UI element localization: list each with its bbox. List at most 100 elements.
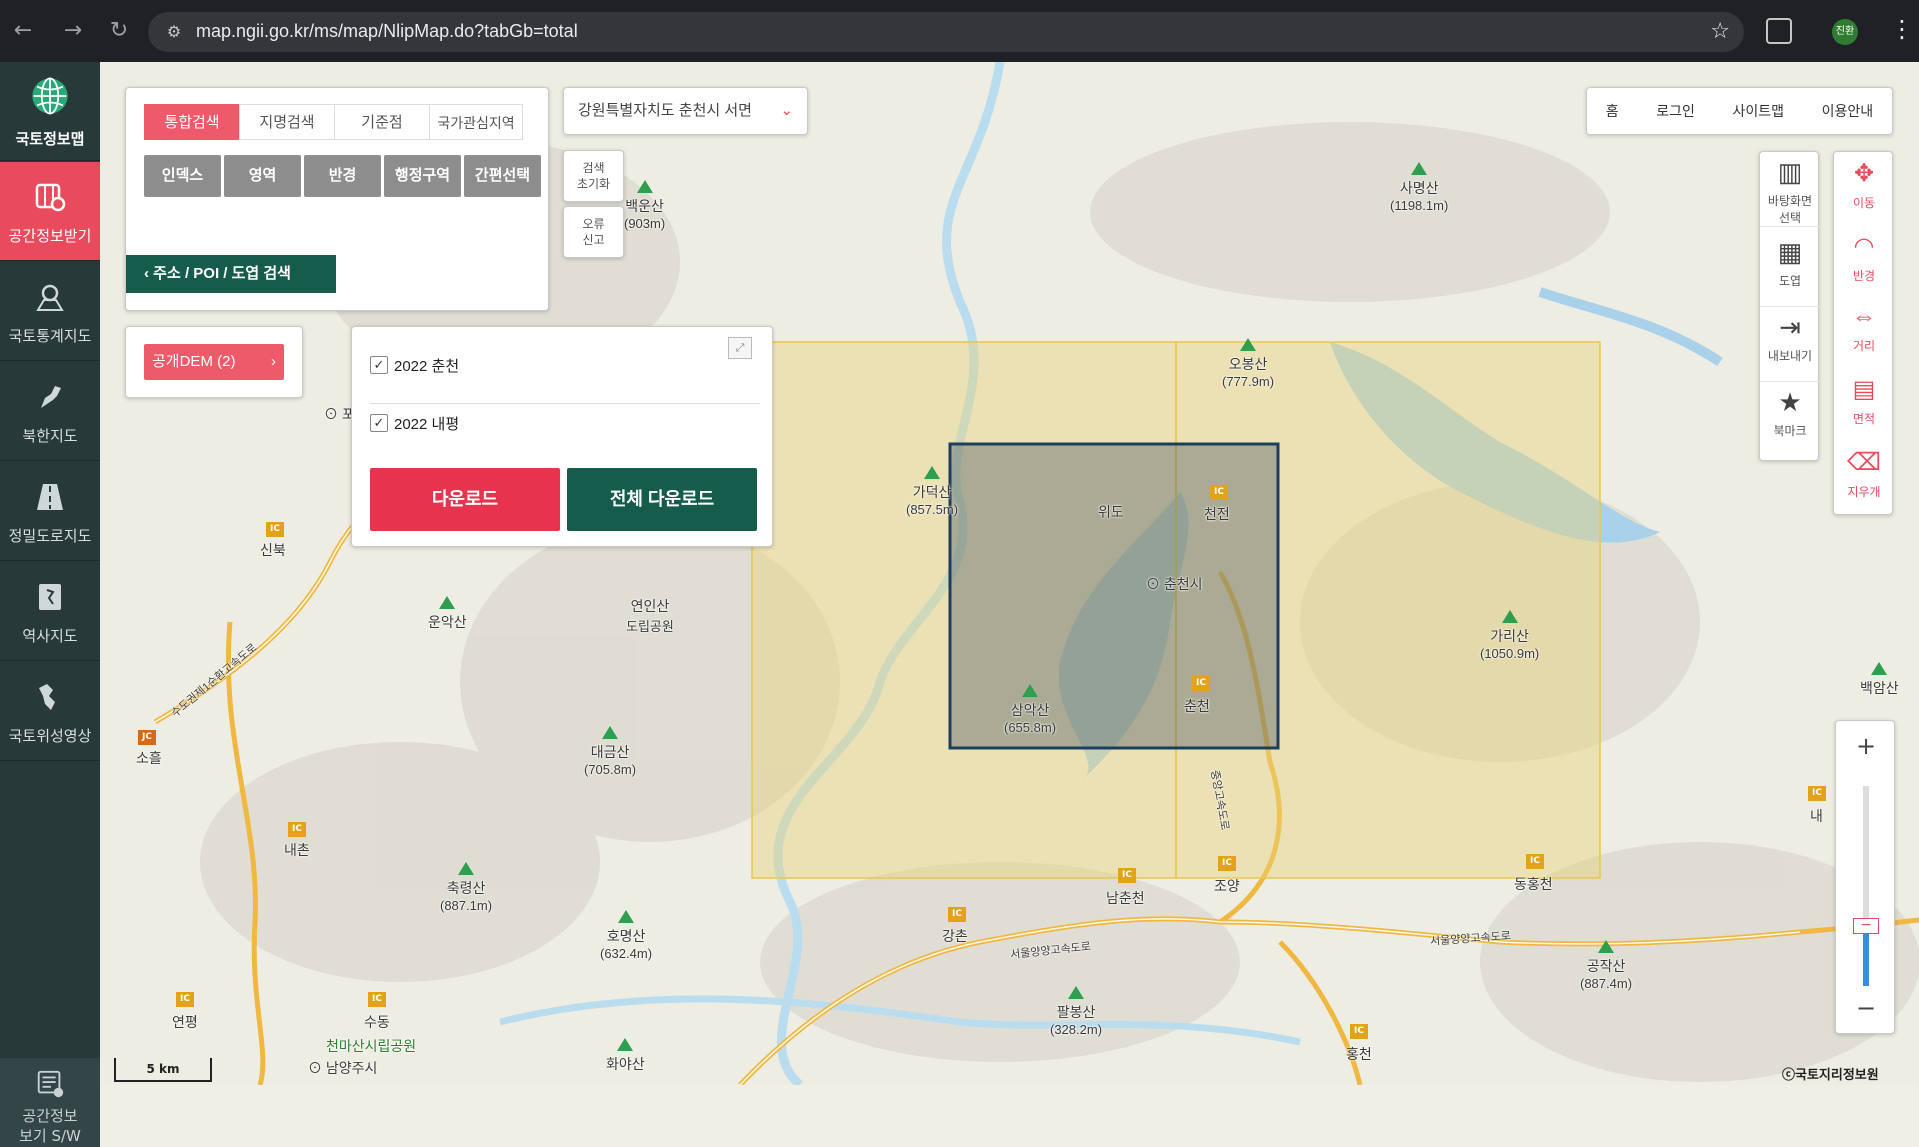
sitemap-link[interactable]: 사이트맵 [1733, 101, 1785, 121]
tool-label: 북마크 [1773, 424, 1807, 438]
map-download-icon [35, 183, 66, 212]
reset-line1: 검색 [582, 161, 605, 175]
export-icon: ⇥ [1779, 312, 1801, 342]
profile-avatar[interactable]: 진환 [1832, 19, 1858, 45]
search-panel: 통합검색 지명검색 기준점 국가관심지역 인덱스 영역 반경 행정구역 간편선택… [125, 87, 549, 311]
sidebar-item-spatial-download[interactable]: 공간정보받기 [0, 162, 100, 261]
guide-link[interactable]: 이용안내 [1822, 101, 1874, 121]
reset-search-button[interactable]: 검색 초기화 [563, 150, 624, 202]
place-label: 연인산 도립공원 [626, 598, 674, 634]
dem-item-row[interactable]: ✓ 2022 내평 [370, 405, 760, 445]
software-icon [37, 1070, 64, 1098]
zoom-in-button[interactable]: + [1836, 721, 1896, 771]
reload-icon[interactable]: ↻ [104, 18, 134, 44]
ic-marker: IC [1808, 786, 1826, 801]
dem-item-row[interactable]: ✓ 2022 춘천 [370, 347, 760, 387]
mountain-icon [1240, 338, 1257, 351]
distance-button[interactable]: ⇔ 거리 [1834, 297, 1894, 370]
place-label: 천마산시립공원 [326, 1038, 417, 1054]
place-label: 백암산 [1860, 662, 1899, 698]
checkbox[interactable]: ✓ [370, 414, 388, 433]
home-link[interactable]: 홈 [1606, 101, 1619, 121]
sidebar-item-history-map[interactable]: 역사지도 [0, 562, 100, 661]
star-icon: ★ [1778, 387, 1802, 417]
place-label: 축령산 (887.1m) [440, 862, 492, 913]
place-label: 춘천 [1184, 698, 1210, 714]
back-icon[interactable]: ← [8, 18, 38, 44]
browser-menu-icon[interactable]: ⋮ [1890, 14, 1914, 44]
sidebar-item-north-korea[interactable]: 북한지도 [0, 362, 100, 461]
tool-label: 면적 [1852, 412, 1876, 426]
dem-panel: 공개DEM (2) › [125, 326, 303, 398]
zoom-handle[interactable]: − [1853, 918, 1879, 934]
address-search-button[interactable]: ‹ 주소 / POI / 도엽 검색 [126, 255, 336, 293]
ic-marker: IC [1192, 676, 1210, 691]
ic-marker: IC [266, 522, 284, 537]
sidebar-item-label: 북한지도 [22, 428, 78, 445]
north-korea-icon [41, 386, 61, 408]
ic-marker: IC [288, 822, 306, 837]
top-links: 홈 로그인 사이트맵 이용안내 [1586, 87, 1893, 135]
ic-marker: IC [176, 992, 194, 1007]
public-dem-button[interactable]: 공개DEM (2) › [144, 344, 284, 380]
place-label: 가덕산 (857.5m) [906, 466, 958, 517]
place-label: ⊙ 춘천시 [1146, 576, 1203, 592]
sidebar-item-home-logo[interactable]: 국토정보맵 [0, 62, 100, 161]
address-bar[interactable]: ⚙ map.ngii.go.kr/ms/map/NlipMap.do?tabGb… [148, 12, 1744, 52]
sidebar-item-viewer-sw[interactable]: 공간정보 보기 S/W [0, 1058, 100, 1147]
public-dem-label: 공개DEM (2) [152, 353, 236, 370]
bookmark-button[interactable]: ★ 북마크 [1760, 382, 1820, 457]
place-label: 내촌 [284, 842, 310, 858]
radius-icon: ◠ [1853, 233, 1875, 260]
sidebar-item-stat-map[interactable]: 국토통계지도 [0, 262, 100, 361]
tab-integrated-search[interactable]: 통합검색 [144, 104, 240, 140]
error-report-button[interactable]: 오류 신고 [563, 206, 624, 258]
place-label: 대금산 (705.8m) [584, 726, 636, 777]
mountain-icon [439, 596, 456, 609]
admin-area-button[interactable]: 행정구역 [384, 155, 461, 197]
tool-label: 거리 [1852, 339, 1876, 353]
jc-marker: JC [138, 730, 156, 745]
mountain-icon [636, 180, 653, 193]
eraser-button[interactable]: ⌫ 지우개 [1834, 443, 1894, 516]
copyright-text: ⓒ국토지리정보원 [1782, 1068, 1879, 1083]
tab-place-name-search[interactable]: 지명검색 [239, 104, 335, 140]
login-link[interactable]: 로그인 [1656, 101, 1695, 121]
region-select[interactable]: 강원특별자치도 춘천시 서면 ⌄ [563, 87, 808, 135]
area-icon: ▤ [1852, 376, 1876, 403]
road-icon [37, 484, 63, 510]
eraser-icon: ⌫ [1847, 449, 1881, 476]
sidebar-item-label: 국토정보맵 [15, 131, 85, 148]
checkbox[interactable]: ✓ [370, 356, 388, 375]
site-info-icon[interactable]: ⚙ [164, 22, 184, 42]
tab-control-point[interactable]: 기준점 [334, 104, 430, 140]
tool-label: 이동 [1852, 196, 1876, 210]
quick-select-button[interactable]: 간편선택 [464, 155, 541, 197]
url-text[interactable]: map.ngii.go.kr/ms/map/NlipMap.do?tabGb=t… [196, 21, 578, 42]
index-button[interactable]: 인덱스 [144, 155, 221, 197]
basemap-select-button[interactable]: ▥ 바탕화면 선택 [1760, 152, 1820, 227]
mountain-icon [618, 910, 635, 923]
area-button[interactable]: 영역 [224, 155, 301, 197]
map-tools: ▥ 바탕화면 선택 ▦ 도엽 ⇥ 내보내기 ★ 북마크 [1759, 151, 1820, 461]
move-button[interactable]: ✥ 이동 [1834, 154, 1894, 227]
sidebar-item-road-map[interactable]: 정밀도로지도 [0, 462, 100, 561]
radius-measure-button[interactable]: ◠ 반경 [1834, 227, 1894, 300]
sidebar-bottom-label: 공간정보 보기 S/W [0, 1106, 100, 1146]
bookmark-star-icon[interactable]: ☆ [1710, 19, 1730, 44]
tool-label: 내보내기 [1767, 349, 1813, 363]
tab-national-interest[interactable]: 국가관심지역 [429, 104, 523, 140]
extensions-icon[interactable] [1766, 18, 1792, 44]
radius-button[interactable]: 반경 [304, 155, 381, 197]
download-button[interactable]: 다운로드 [370, 468, 560, 531]
sidebar-item-label: 국토위성영상 [8, 728, 92, 745]
area-measure-button[interactable]: ▤ 면적 [1834, 370, 1894, 443]
sidebar-item-satellite[interactable]: 국토위성영상 [0, 662, 100, 761]
forward-icon[interactable]: → [58, 18, 88, 44]
sheet-button[interactable]: ▦ 도엽 [1760, 232, 1820, 307]
download-all-button[interactable]: 전체 다운로드 [567, 468, 757, 531]
zoom-out-button[interactable]: − [1836, 983, 1896, 1033]
export-button[interactable]: ⇥ 내보내기 [1760, 307, 1820, 382]
stat-map-icon [36, 284, 64, 311]
place-label: ⊙ 남양주시 [308, 1060, 378, 1076]
